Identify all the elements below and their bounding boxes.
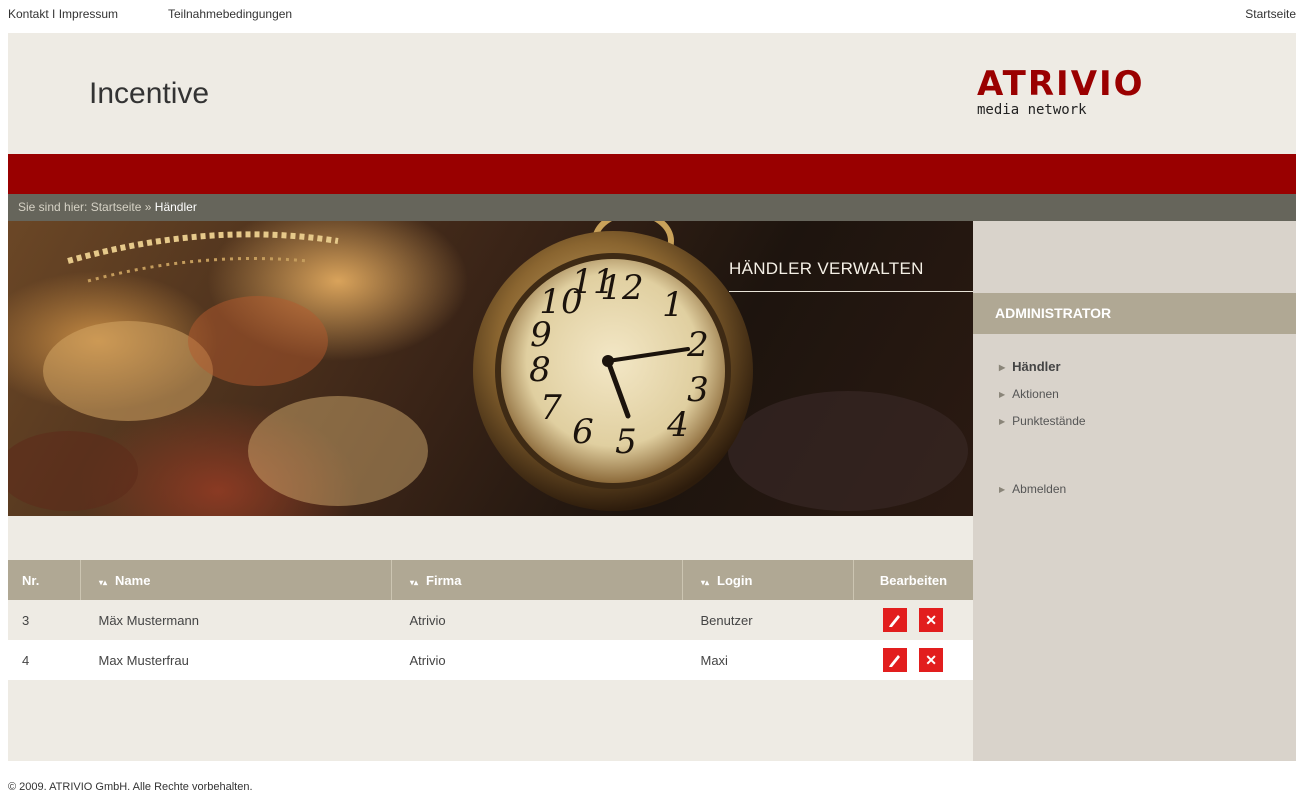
sidebar: ADMINISTRATOR ▶ Händler ▶ Aktionen ▶ Punkte…: [973, 221, 1296, 761]
dealers-table: Nr. ▾▴ Name ▾▴ Firma ▾▴ Login Bearbeiten 3 …: [8, 560, 973, 680]
svg-text:5: 5: [615, 422, 637, 462]
cell-login: Maxi: [682, 640, 854, 680]
sidebar-item-label: Punktestände: [1012, 414, 1086, 428]
column-header-firma-label: Firma: [426, 572, 462, 588]
terms-link[interactable]: Teilnahmebedingungen: [168, 7, 292, 21]
top-links-bar: Kontakt I Impressum Teilnahmebedingungen…: [0, 0, 1306, 32]
close-icon: ✕: [925, 652, 937, 668]
delete-button[interactable]: ✕: [919, 608, 944, 632]
cell-firma: Atrivio: [391, 600, 683, 640]
sidebar-item-punktestaende[interactable]: ▶ Punktestände: [999, 414, 1086, 428]
atrivio-logo[interactable]: ATRIVIO media network: [977, 67, 1145, 118]
triangle-right-icon: ▶: [999, 390, 1006, 399]
cell-login: Benutzer: [682, 600, 854, 640]
sort-arrows-icon[interactable]: ▾▴: [410, 578, 418, 587]
cell-nr: 4: [8, 640, 81, 680]
svg-text:4: 4: [666, 405, 689, 445]
column-header-edit-label: Bearbeiten: [879, 572, 948, 588]
breadcrumb-separator: »: [144, 200, 152, 214]
sidebar-item-label: Aktionen: [1012, 387, 1059, 401]
delete-button[interactable]: ✕: [919, 648, 944, 672]
edit-button[interactable]: [883, 608, 908, 632]
column-header-login[interactable]: ▾▴ Login: [682, 560, 854, 600]
column-header-firma[interactable]: ▾▴ Firma: [391, 560, 683, 600]
table-row: 3 Mäx Mustermann Atrivio Benutzer ✕: [8, 600, 973, 640]
logo-subtitle: media network: [977, 102, 1087, 118]
sidebar-item-label: Abmelden: [1012, 482, 1067, 496]
table-row: 4 Max Musterfrau Atrivio Maxi ✕: [8, 640, 973, 680]
sidebar-item-label: Händler: [1012, 359, 1061, 374]
column-header-edit: Bearbeiten: [853, 560, 973, 600]
sidebar-item-abmelden[interactable]: ▶ Abmelden: [999, 482, 1066, 496]
hero-title-underline: [729, 291, 973, 292]
column-header-login-label: Login: [717, 572, 753, 588]
sort-arrows-icon[interactable]: ▾▴: [99, 578, 107, 587]
red-banner: [8, 154, 1296, 194]
svg-text:3: 3: [687, 370, 709, 410]
cell-nr: 3: [8, 600, 81, 640]
cell-name: Mäx Mustermann: [80, 600, 392, 640]
pencil-icon: [889, 655, 901, 667]
cell-firma: Atrivio: [391, 640, 683, 680]
svg-text:11: 11: [571, 262, 614, 302]
table-header-row: Nr. ▾▴ Name ▾▴ Firma ▾▴ Login Bearbeiten: [8, 560, 973, 600]
sidebar-heading: ADMINISTRATOR: [973, 293, 1296, 334]
cell-edit-actions: ✕: [853, 600, 973, 640]
sidebar-heading-label: ADMINISTRATOR: [995, 305, 1112, 321]
site-title: Incentive: [89, 77, 210, 110]
column-header-nr-label: Nr.: [22, 572, 40, 588]
edit-button[interactable]: [883, 648, 908, 672]
column-header-nr: Nr.: [8, 560, 81, 600]
pencil-icon: [889, 615, 901, 627]
breadcrumb: Sie sind hier: Startseite » Händler: [8, 194, 1296, 221]
triangle-right-icon: ▶: [999, 417, 1006, 426]
sort-arrows-icon[interactable]: ▾▴: [701, 578, 709, 587]
cell-edit-actions: ✕: [853, 640, 973, 680]
main-content: 12 1 2 3 4 5 6 7 8 9 10 11 HÄNDLER VERWA…: [8, 221, 973, 761]
column-header-name[interactable]: ▾▴ Name: [80, 560, 392, 600]
breadcrumb-prefix: Sie sind hier:: [18, 200, 88, 214]
logo-word: ATRIVIO: [977, 64, 1145, 104]
sidebar-item-haendler[interactable]: ▶ Händler: [999, 359, 1061, 374]
contact-link[interactable]: Kontakt I Impressum: [8, 7, 118, 21]
svg-text:8: 8: [529, 350, 551, 390]
svg-text:2: 2: [686, 325, 709, 365]
triangle-right-icon: ▶: [999, 485, 1006, 494]
home-link[interactable]: Startseite: [1245, 7, 1296, 21]
svg-text:1: 1: [662, 285, 684, 325]
svg-text:7: 7: [540, 388, 562, 428]
hero-image-pocket-watch: 12 1 2 3 4 5 6 7 8 9 10 11 HÄNDLER VERWA…: [8, 221, 973, 516]
svg-text:6: 6: [572, 412, 594, 452]
cell-name: Max Musterfrau: [80, 640, 392, 680]
breadcrumb-home-link[interactable]: Startseite: [91, 200, 142, 214]
close-icon: ✕: [925, 612, 937, 628]
column-header-name-label: Name: [115, 572, 151, 588]
sidebar-item-aktionen[interactable]: ▶ Aktionen: [999, 387, 1059, 401]
footer-copyright: © 2009. ATRIVIO GmbH. Alle Rechte vorbeh…: [8, 781, 253, 793]
triangle-right-icon: ▶: [999, 363, 1006, 372]
hero-title: HÄNDLER VERWALTEN: [729, 259, 924, 278]
breadcrumb-current: Händler: [154, 200, 197, 214]
site-header: Incentive ATRIVIO media network: [8, 33, 1296, 154]
